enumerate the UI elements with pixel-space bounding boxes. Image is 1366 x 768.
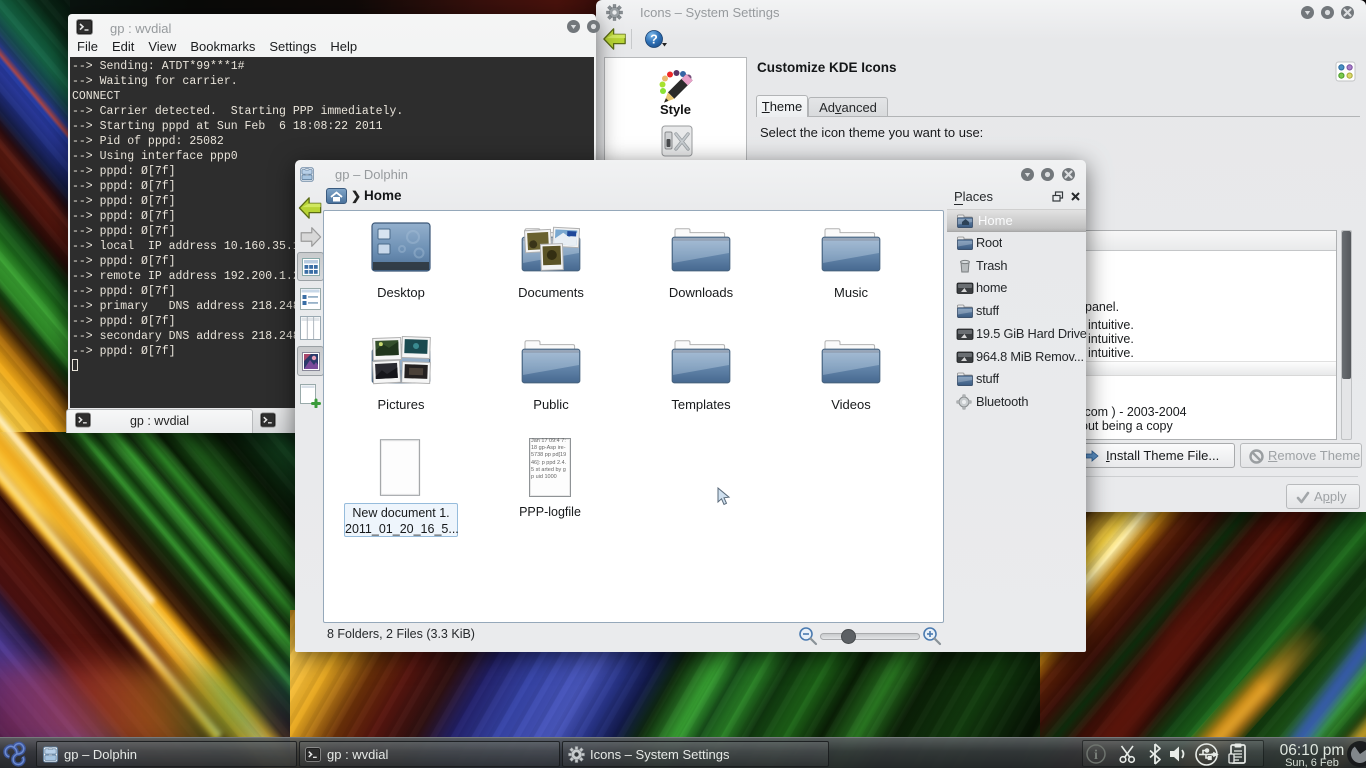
svg-text:?: ?: [650, 32, 658, 46]
svg-text:i: i: [1094, 748, 1098, 763]
